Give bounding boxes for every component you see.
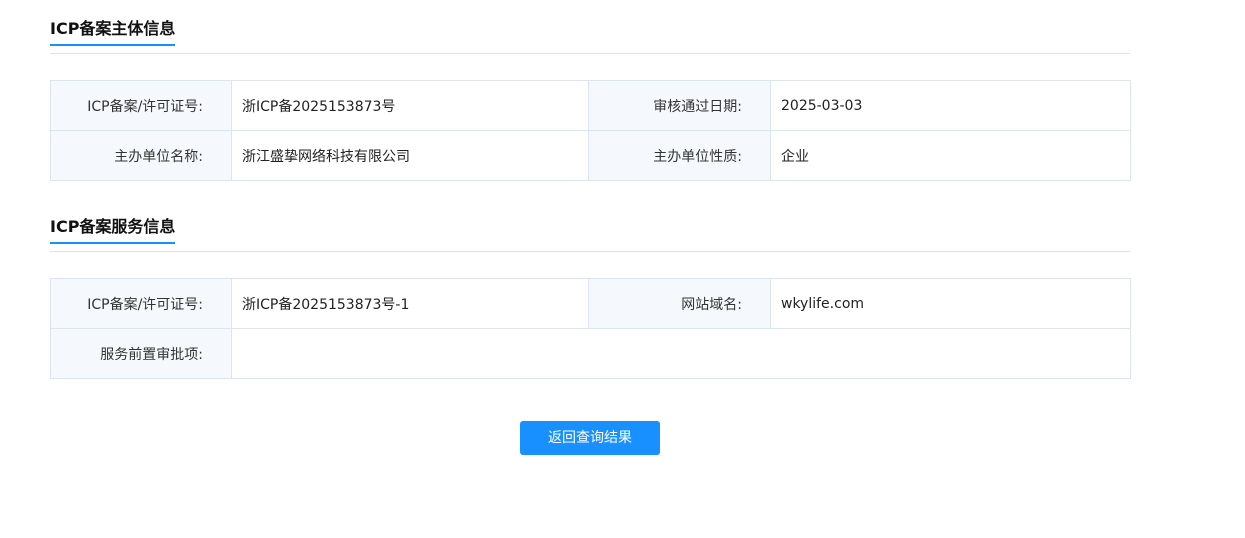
service-section-header: ICP备案服务信息 xyxy=(50,216,1130,252)
table-row: ICP备案/许可证号: 浙ICP备2025153873号-1 网站域名: wky… xyxy=(50,278,1131,329)
organizer-name-value: 浙江盛挚网络科技有限公司 xyxy=(231,130,589,181)
website-domain-label: 网站域名: xyxy=(588,278,771,329)
table-row: ICP备案/许可证号: 浙ICP备2025153873号 审核通过日期: 202… xyxy=(50,80,1131,131)
approval-date-label: 审核通过日期: xyxy=(588,80,771,131)
license-number-value: 浙ICP备2025153873号 xyxy=(231,80,589,131)
subject-info-table: ICP备案/许可证号: 浙ICP备2025153873号 审核通过日期: 202… xyxy=(50,80,1131,181)
service-license-number-label: ICP备案/许可证号: xyxy=(50,278,232,329)
approval-date-value: 2025-03-03 xyxy=(770,80,1131,131)
service-license-number-value: 浙ICP备2025153873号-1 xyxy=(231,278,589,329)
website-domain-value: wkylife.com xyxy=(770,278,1131,329)
table-row: 主办单位名称: 浙江盛挚网络科技有限公司 主办单位性质: 企业 xyxy=(50,130,1131,181)
organizer-name-label: 主办单位名称: xyxy=(50,130,232,181)
license-number-label: ICP备案/许可证号: xyxy=(50,80,232,131)
subject-section-title: ICP备案主体信息 xyxy=(50,18,176,46)
pre-approval-value xyxy=(231,328,1131,379)
table-row: 服务前置审批项: xyxy=(50,328,1131,379)
organizer-type-value: 企业 xyxy=(770,130,1131,181)
back-to-results-button[interactable]: 返回查询结果 xyxy=(520,421,660,455)
service-info-table: ICP备案/许可证号: 浙ICP备2025153873号-1 网站域名: wky… xyxy=(50,278,1131,379)
service-section-title: ICP备案服务信息 xyxy=(50,216,176,244)
subject-section-header: ICP备案主体信息 xyxy=(50,18,1130,54)
pre-approval-label: 服务前置审批项: xyxy=(50,328,232,379)
organizer-type-label: 主办单位性质: xyxy=(588,130,771,181)
